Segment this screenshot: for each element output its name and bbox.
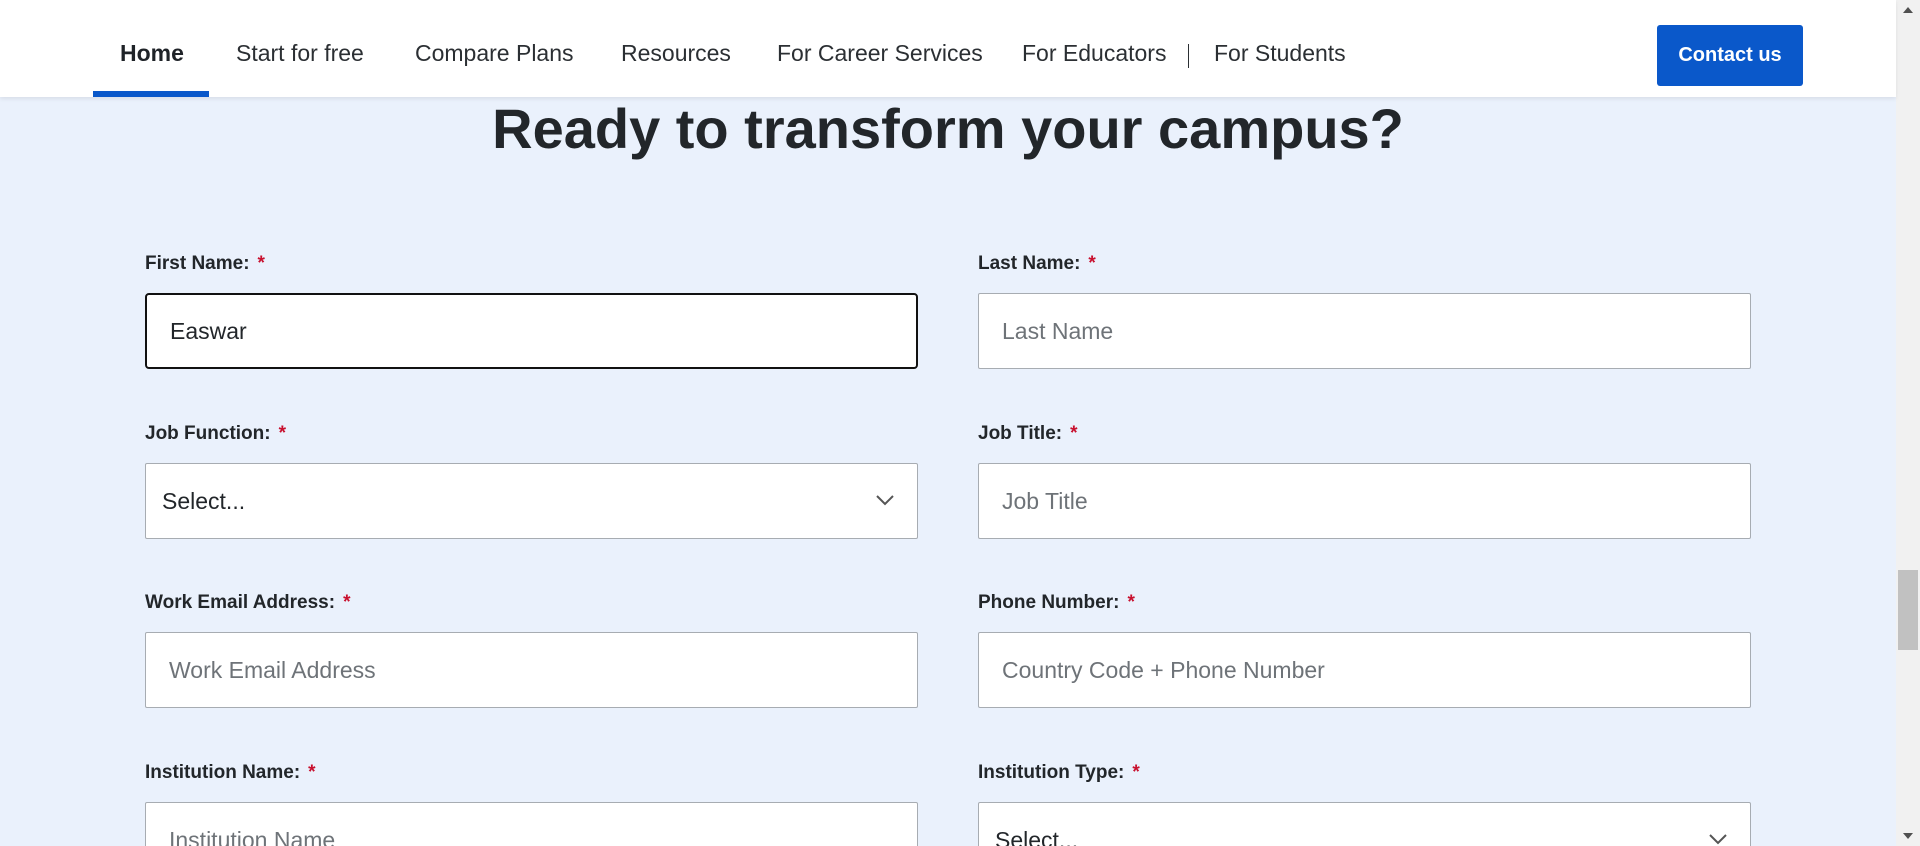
required-marker: * [308,762,316,783]
scroll-up-arrow-icon[interactable] [1903,7,1913,13]
first-name-label: First Name: * [145,253,265,275]
job-title-input[interactable] [978,463,1751,539]
nav-item-start-for-free[interactable]: Start for free [236,0,364,97]
institution-name-label-text: Institution Name: [145,762,301,783]
job-title-label: Job Title: * [978,423,1078,445]
required-marker: * [1070,423,1078,444]
phone-number-input[interactable] [978,632,1751,708]
nav-item-resources[interactable]: Resources [621,0,731,97]
page-title: Ready to transform your campus? [492,97,1404,160]
first-name-input[interactable] [145,293,918,369]
scrollbar-thumb[interactable] [1898,570,1918,650]
scroll-down-arrow-icon[interactable] [1903,833,1913,839]
page: Home Start for free Compare Plans Resour… [0,0,1920,846]
institution-name-label: Institution Name: * [145,762,316,784]
last-name-label-text: Last Name: [978,253,1081,274]
nav-item-for-educators[interactable]: For Educators [1022,0,1166,97]
chevron-down-icon [876,495,894,506]
work-email-input[interactable] [145,632,918,708]
phone-number-label: Phone Number: * [978,592,1135,614]
page-scrollbar[interactable] [1896,0,1920,846]
job-function-select[interactable]: Select... [145,463,918,539]
institution-name-input[interactable] [145,802,918,846]
last-name-input[interactable] [978,293,1751,369]
job-title-label-text: Job Title: [978,423,1063,444]
nav-item-home[interactable]: Home [120,0,184,97]
work-email-label: Work Email Address: * [145,592,350,614]
work-email-label-text: Work Email Address: [145,592,336,613]
job-function-label: Job Function: * [145,423,286,445]
nav-item-for-students[interactable]: For Students [1214,0,1346,97]
contact-us-button[interactable]: Contact us [1657,25,1803,86]
required-marker: * [343,592,351,613]
first-name-label-text: First Name: [145,253,250,274]
top-nav: Home Start for free Compare Plans Resour… [0,0,1896,97]
institution-type-label-text: Institution Type: [978,762,1125,783]
nav-item-for-career-services[interactable]: For Career Services [777,0,983,97]
phone-number-label-text: Phone Number: [978,592,1120,613]
nav-item-compare-plans[interactable]: Compare Plans [415,0,574,97]
institution-type-select[interactable]: Select... [978,802,1751,846]
required-marker: * [1088,253,1096,274]
required-marker: * [278,423,286,444]
nav-divider [1188,44,1189,68]
job-function-label-text: Job Function: [145,423,271,444]
required-marker: * [1127,592,1135,613]
chevron-down-icon [1709,834,1727,845]
institution-type-selected-value: Select... [995,827,1079,846]
job-function-selected-value: Select... [162,488,246,514]
required-marker: * [257,253,265,274]
nav-active-indicator [93,91,209,97]
last-name-label: Last Name: * [978,253,1096,275]
required-marker: * [1132,762,1140,783]
institution-type-label: Institution Type: * [978,762,1140,784]
